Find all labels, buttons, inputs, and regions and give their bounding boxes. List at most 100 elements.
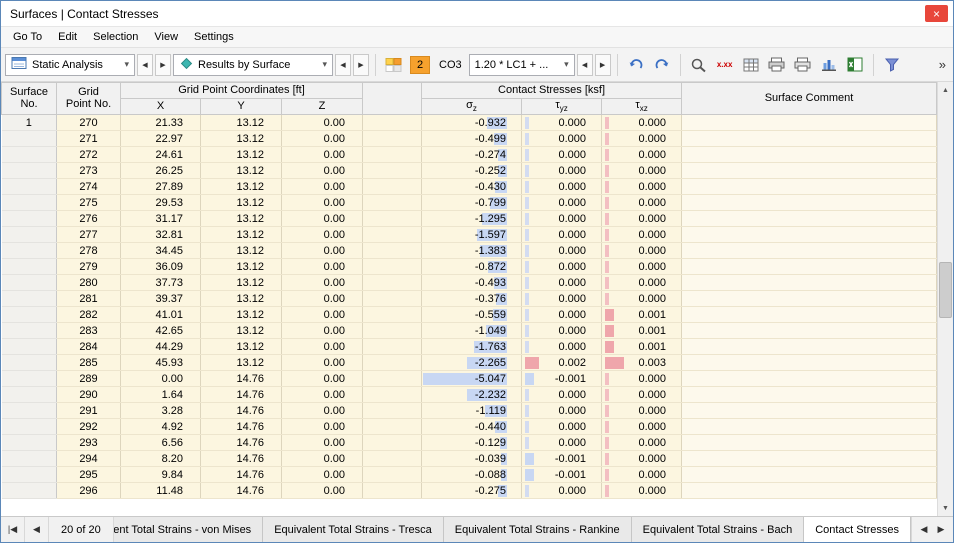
- table-row[interactable]: 281 39.37 13.12 0.00 -0.376 0.000 0.000: [1, 290, 937, 307]
- print-preview-icon[interactable]: [791, 53, 815, 77]
- titlebar[interactable]: Surfaces | Contact Stresses ×: [1, 1, 953, 27]
- scroll-tabs-left-button[interactable]: ◀: [917, 524, 931, 535]
- stress-tau-xz-cell: 0.000: [601, 258, 683, 275]
- stress-tau-xz-cell: 0.000: [601, 146, 683, 163]
- table-row[interactable]: 276 31.17 13.12 0.00 -1.295 0.000 0.000: [1, 210, 937, 227]
- stress-sigma-z-cell: -0.088: [421, 466, 523, 483]
- stress-value: 0.000: [638, 212, 667, 225]
- table-row[interactable]: 290 1.64 14.76 0.00 -2.232 0.000 0.000: [1, 386, 937, 403]
- scroll-tabs-right-button[interactable]: ▶: [934, 524, 948, 535]
- value-bar: [525, 389, 530, 401]
- table-row[interactable]: 284 44.29 13.12 0.00 -1.763 0.000 0.001: [1, 338, 937, 355]
- stress-sigma-z-cell: -1.763: [421, 338, 523, 355]
- table-row[interactable]: 296 11.48 14.76 0.00 -0.275 0.000 0.000: [1, 482, 937, 499]
- table-row[interactable]: 280 37.73 13.12 0.00 -0.493 0.000 0.000: [1, 274, 937, 291]
- value-bar: [605, 453, 610, 465]
- menu-view[interactable]: View: [146, 28, 186, 46]
- stress-tau-yz-cell: 0.000: [521, 338, 603, 355]
- value-bar: [525, 117, 530, 129]
- tab-equivalent-total-strains-rankine[interactable]: Equivalent Total Strains - Rankine: [443, 517, 632, 542]
- toolbar-overflow-button[interactable]: »: [936, 57, 949, 72]
- analysis-next-button[interactable]: ▶: [155, 53, 171, 76]
- print-icon[interactable]: [765, 53, 789, 77]
- export-excel-icon[interactable]: [843, 53, 867, 77]
- tab-equivalent-total-strains-von-mises[interactable]: Equivalent Total Strains - von Mises: [113, 517, 264, 542]
- stress-tau-yz-cell: 0.000: [521, 418, 603, 435]
- table-settings-icon[interactable]: [739, 53, 763, 77]
- vertical-scrollbar[interactable]: ▲ ▼: [937, 82, 953, 516]
- table-row[interactable]: 1 270 21.33 13.12 0.00 -0.932 0.000 0.000: [1, 114, 937, 131]
- scroll-down-button[interactable]: ▼: [938, 500, 953, 516]
- stress-value: -0.499: [474, 132, 507, 145]
- show-result-values-icon[interactable]: [687, 53, 711, 77]
- toolbar-separator: [679, 53, 681, 76]
- color-scale-icon[interactable]: [382, 53, 406, 77]
- stress-tau-xz-cell: 0.000: [601, 114, 683, 131]
- table-row[interactable]: 273 26.25 13.12 0.00 -0.252 0.000 0.000: [1, 162, 937, 179]
- stress-tau-xz-cell: 0.000: [601, 162, 683, 179]
- sync-backward-icon[interactable]: [624, 53, 648, 77]
- results-prev-button[interactable]: ◀: [335, 53, 351, 76]
- stress-value: 0.000: [638, 244, 667, 257]
- surface-comment-cell: [681, 114, 937, 131]
- spacer-cell: [362, 418, 423, 435]
- table-row[interactable]: 283 42.65 13.12 0.00 -1.049 0.000 0.001: [1, 322, 937, 339]
- table-row[interactable]: 292 4.92 14.76 0.00 -0.440 0.000 0.000: [1, 418, 937, 435]
- spacer-cell: [362, 354, 423, 371]
- stress-value: -0.039: [474, 452, 507, 465]
- stress-tau-yz-cell: 0.000: [521, 482, 603, 499]
- table-row[interactable]: 279 36.09 13.12 0.00 -0.872 0.000 0.000: [1, 258, 937, 275]
- result-diagram-icon[interactable]: [817, 53, 841, 77]
- first-tab-button[interactable]: |◀: [1, 517, 25, 542]
- stress-value: -0.274: [474, 148, 507, 161]
- grid-point-no-cell: 280: [56, 274, 121, 291]
- menu-go-to[interactable]: Go To: [5, 28, 50, 46]
- load-combination-select[interactable]: 1.20 * LC1 + ... ▾: [468, 53, 575, 76]
- combination-next-button[interactable]: ▶: [594, 53, 611, 76]
- table-row[interactable]: 275 29.53 13.12 0.00 -0.799 0.000 0.000: [1, 194, 937, 211]
- table-row[interactable]: 271 22.97 13.12 0.00 -0.499 0.000 0.000: [1, 130, 937, 147]
- table-row[interactable]: 285 45.93 13.12 0.00 -2.265 0.002 0.003: [1, 354, 937, 371]
- x-coordinate-cell: 8.20: [120, 450, 201, 467]
- tab-equivalent-total-strains-tresca[interactable]: Equivalent Total Strains - Tresca: [263, 517, 444, 542]
- stress-sigma-z-cell: -0.932: [421, 114, 523, 131]
- table-row[interactable]: 289 0.00 14.76 0.00 -5.047 -0.001 0.000: [1, 370, 937, 387]
- scroll-up-button[interactable]: ▲: [938, 82, 953, 98]
- table-row[interactable]: 293 6.56 14.76 0.00 -0.129 0.000 0.000: [1, 434, 937, 451]
- previous-tab-button[interactable]: ◀: [25, 517, 49, 542]
- table-row[interactable]: 295 9.84 14.76 0.00 -0.088 -0.001 0.000: [1, 466, 937, 483]
- menu-settings[interactable]: Settings: [186, 28, 242, 46]
- table-row[interactable]: 272 24.61 13.12 0.00 -0.274 0.000 0.000: [1, 146, 937, 163]
- result-values-icon[interactable]: x.xx: [713, 53, 737, 77]
- analysis-type-select[interactable]: Static Analysis ▾: [5, 53, 135, 76]
- stress-sigma-z-cell: -0.440: [421, 418, 523, 435]
- sync-forward-icon[interactable]: [650, 53, 674, 77]
- stress-tau-yz-cell: 0.000: [521, 146, 603, 163]
- table-row[interactable]: 274 27.89 13.12 0.00 -0.430 0.000 0.000: [1, 178, 937, 195]
- results-next-button[interactable]: ▶: [353, 53, 369, 76]
- results-table-area: Surface No. Grid Point No. Grid Point Coor…: [1, 82, 953, 516]
- stress-sigma-z-cell: -5.047: [421, 370, 523, 387]
- value-bar: [605, 389, 610, 401]
- close-button[interactable]: ×: [925, 5, 948, 22]
- table-row[interactable]: 277 32.81 13.12 0.00 -1.597 0.000 0.000: [1, 226, 937, 243]
- combination-prev-button[interactable]: ◀: [576, 53, 593, 76]
- table-row[interactable]: 291 3.28 14.76 0.00 -1.119 0.000 0.000: [1, 402, 937, 419]
- scrollbar-thumb[interactable]: [939, 262, 952, 318]
- grid-point-no-cell: 285: [56, 354, 121, 371]
- x-coordinate-cell: 27.89: [120, 178, 201, 195]
- results-view-select[interactable]: Results by Surface ▾: [173, 53, 333, 76]
- value-bar: [605, 485, 610, 497]
- table-row[interactable]: 282 41.01 13.12 0.00 -0.559 0.000 0.001: [1, 306, 937, 323]
- tab-contact-stresses[interactable]: Contact Stresses: [804, 517, 911, 542]
- surface-comment-cell: [681, 194, 937, 211]
- menu-selection[interactable]: Selection: [85, 28, 146, 46]
- stress-tau-yz-cell: 0.000: [521, 258, 603, 275]
- filter-icon[interactable]: [880, 53, 904, 77]
- table-row[interactable]: 278 34.45 13.12 0.00 -1.383 0.000 0.000: [1, 242, 937, 259]
- menu-edit[interactable]: Edit: [50, 28, 85, 46]
- analysis-prev-button[interactable]: ◀: [137, 53, 153, 76]
- table-row[interactable]: 294 8.20 14.76 0.00 -0.039 -0.001 0.000: [1, 450, 937, 467]
- tab-equivalent-total-strains-bach[interactable]: Equivalent Total Strains - Bach: [631, 517, 805, 542]
- value-bar: [605, 149, 610, 161]
